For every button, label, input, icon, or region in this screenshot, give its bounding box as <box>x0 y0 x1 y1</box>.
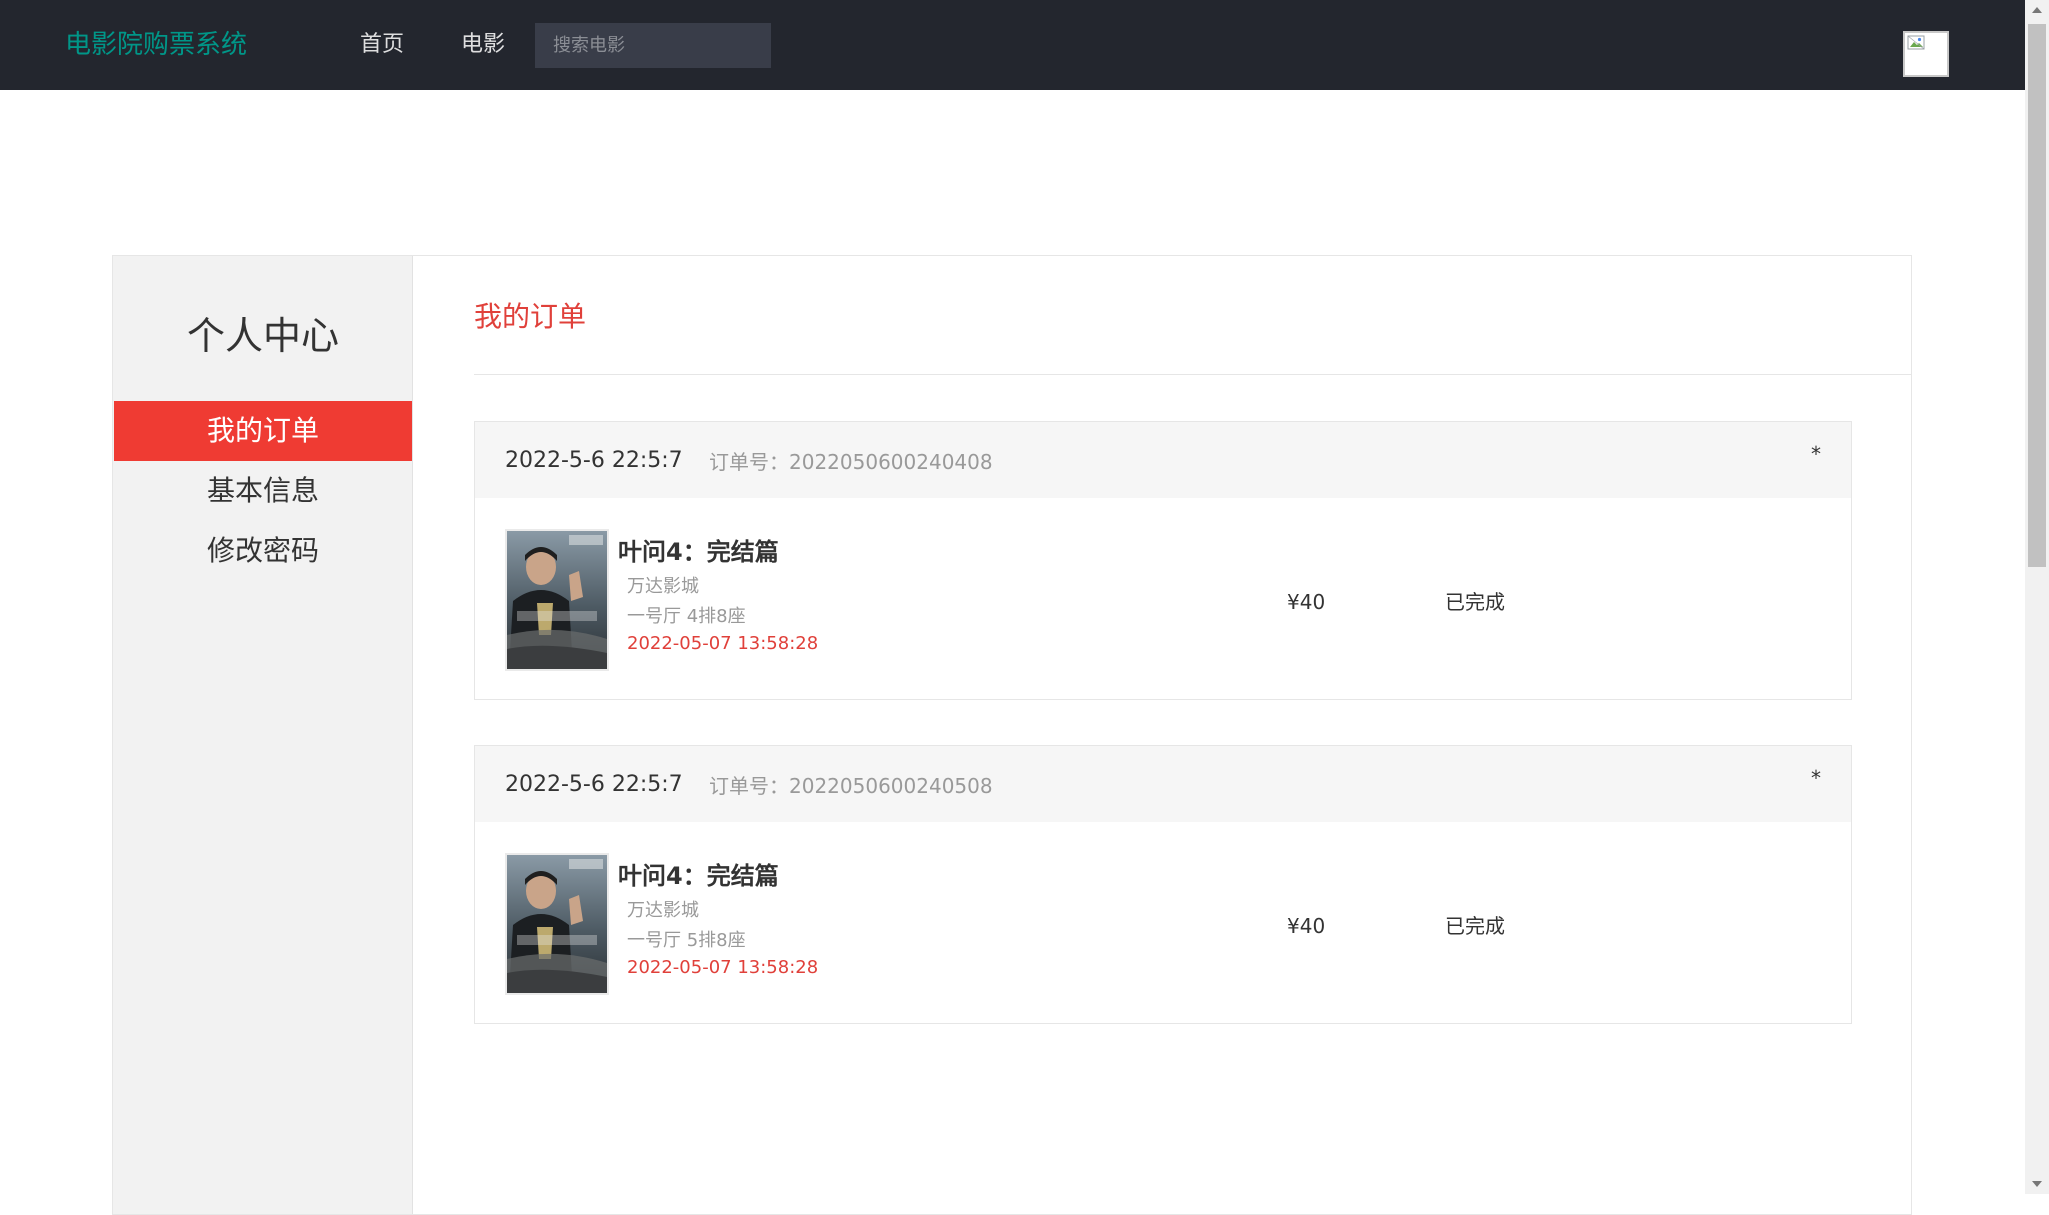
order-card: 2022-5-6 22:5:7 订单号：2022050600240508 * 叶… <box>474 745 1852 1024</box>
order-date: 2022-5-6 22:5:7 <box>505 448 683 473</box>
order-card-header: 2022-5-6 22:5:7 订单号：2022050600240508 * <box>475 746 1851 822</box>
order-price: ¥40 <box>1287 914 1326 938</box>
order-status: 已完成 <box>1445 590 1505 614</box>
movie-title[interactable]: 叶问4：完结篇 <box>618 860 779 892</box>
order-number: 订单号：2022050600240408 <box>709 450 993 474</box>
sidebar-title: 个人中心 <box>186 314 339 358</box>
vertical-scrollbar[interactable] <box>2025 0 2049 1194</box>
movie-poster[interactable] <box>505 853 609 995</box>
movie-search-input[interactable] <box>535 23 771 68</box>
broken-image-icon <box>1907 35 1925 50</box>
sidebar-item-basic-info[interactable]: 基本信息 <box>114 461 412 521</box>
orders-content: 我的订单 2022-5-6 22:5:7 订单号：202205060024040… <box>413 256 1912 1214</box>
nav-link-movies[interactable]: 电影 <box>461 28 505 62</box>
scroll-thumb[interactable] <box>2028 24 2046 567</box>
seat-info: 一号厅 4排8座 <box>627 606 746 627</box>
cinema-name: 万达影城 <box>627 576 699 597</box>
sidebar-item-my-orders[interactable]: 我的订单 <box>114 401 412 461</box>
nav-link-home[interactable]: 首页 <box>360 28 404 62</box>
order-card: 2022-5-6 22:5:7 订单号：2022050600240408 * 叶… <box>474 421 1852 700</box>
sidebar-item-change-password[interactable]: 修改密码 <box>114 521 412 581</box>
order-status: 已完成 <box>1445 914 1505 938</box>
scroll-up-arrow-icon[interactable] <box>2025 0 2049 22</box>
order-menu-star[interactable]: * <box>1811 442 1821 466</box>
order-number: 订单号：2022050600240508 <box>709 774 993 798</box>
movie-poster-image <box>507 531 607 669</box>
seat-info: 一号厅 5排8座 <box>627 930 746 951</box>
showtime: 2022-05-07 13:58:28 <box>627 633 819 654</box>
user-center-panel: 个人中心 我的订单 基本信息 修改密码 我的订单 2022-5-6 22:5:7… <box>112 255 1912 1215</box>
showtime: 2022-05-07 13:58:28 <box>627 957 819 978</box>
order-card-header: 2022-5-6 22:5:7 订单号：2022050600240408 * <box>475 422 1851 498</box>
movie-poster[interactable] <box>505 529 609 671</box>
sidebar: 个人中心 我的订单 基本信息 修改密码 <box>113 256 413 1214</box>
movie-poster-image <box>507 855 607 993</box>
user-avatar[interactable] <box>1903 31 1949 77</box>
order-price: ¥40 <box>1287 590 1326 614</box>
top-navigation-bar: 电影院购票系统 首页 电影 <box>0 0 2025 90</box>
page-title: 我的订单 <box>474 300 587 333</box>
movie-title[interactable]: 叶问4：完结篇 <box>618 536 779 568</box>
scroll-down-arrow-icon[interactable] <box>2025 1172 2049 1194</box>
order-menu-star[interactable]: * <box>1811 766 1821 790</box>
order-date: 2022-5-6 22:5:7 <box>505 772 683 797</box>
site-brand[interactable]: 电影院购票系统 <box>65 28 247 62</box>
cinema-name: 万达影城 <box>627 900 699 921</box>
title-divider <box>474 374 1912 375</box>
